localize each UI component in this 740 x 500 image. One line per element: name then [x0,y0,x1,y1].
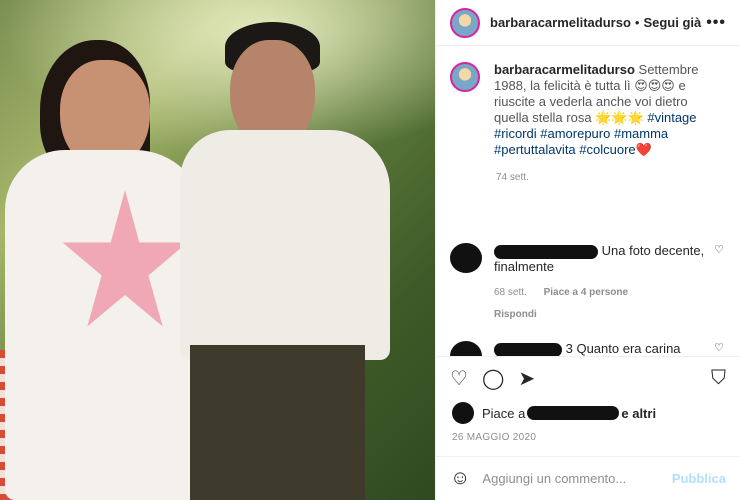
post-sidebar: barbaracarmelitadurso • Segui già ••• ba… [435,0,740,500]
redacted-username [494,244,598,259]
comment-body: Una foto decente, finalmente 68 sett. Pi… [494,243,708,323]
action-bar: ♡ ◯ ➤ ⛉ [436,356,740,400]
comment-likes[interactable]: Piace a 4 persone [544,287,629,298]
heart-emoji: ❤️ [635,142,652,157]
post-photo[interactable] [0,0,435,500]
post-viewer: barbaracarmelitadurso • Segui già ••• ba… [0,0,740,500]
header-username[interactable]: barbaracarmelitadurso [490,15,631,30]
following-button[interactable]: Segui già [643,15,701,30]
share-icon[interactable]: ➤ [518,366,535,391]
comments-area[interactable]: barbaracarmelitadurso Settembre 1988, la… [436,46,740,356]
redacted-avatar[interactable] [450,341,482,356]
hashtag[interactable]: #pertuttalavita [494,142,576,157]
bookmark-icon[interactable]: ⛉ [711,367,726,390]
publish-button[interactable]: Pubblica [672,471,726,486]
caption-age: 74 sett. [496,172,529,183]
caption-text: barbaracarmelitadurso Settembre 1988, la… [494,62,724,158]
comment-age: 68 sett. [494,287,527,298]
redacted-avatar[interactable] [450,243,482,273]
photo-man-pants [190,345,365,500]
comment-meta: 68 sett. Piace a 4 persone Rispondi [494,285,708,323]
photo-woman-body [5,150,205,500]
comment-body: 3 Quanto era carina [494,341,708,356]
emoji-icon[interactable]: ☺ [450,467,470,490]
caption-username[interactable]: barbaracarmelitadurso [494,62,635,77]
redacted-username [494,342,562,356]
heart-icon[interactable]: ♡ [450,366,468,391]
caption: barbaracarmelitadurso Settembre 1988, la… [450,62,724,158]
hashtag[interactable]: #ricordi [494,126,537,141]
header-separator: • [634,15,640,30]
small-heart-icon[interactable]: ♡ [714,243,724,323]
redacted-liker-avatar[interactable] [452,402,474,424]
redacted-liker-name [527,406,620,420]
caption-avatar[interactable] [450,62,480,92]
hashtag[interactable]: #mamma [614,126,668,141]
likes-suffix[interactable]: e altri [621,406,656,421]
small-heart-icon[interactable]: ♡ [714,341,724,356]
hashtag[interactable]: #colcuore [579,142,635,157]
comment: Una foto decente, finalmente 68 sett. Pi… [450,243,724,323]
hashtag[interactable]: #vintage [647,110,696,125]
likes-line[interactable]: Piace a e altri [436,400,740,426]
avatar[interactable] [450,7,480,38]
comment-text: 3 Quanto era carina [565,341,681,356]
comment-input[interactable]: Aggiungi un commento... [482,471,626,486]
post-header: barbaracarmelitadurso • Segui già ••• [436,0,740,46]
comment: 3 Quanto era carina ♡ [450,341,724,356]
comment-icon[interactable]: ◯ [482,366,504,391]
photo-man-shirt [180,130,390,360]
post-date: 26 MAGGIO 2020 [452,432,537,443]
add-comment-bar: ☺ Aggiungi un commento... Pubblica [436,456,740,500]
likes-prefix: Piace a [482,405,526,421]
more-options-icon[interactable]: ••• [706,14,726,32]
hashtag[interactable]: #amorepuro [540,126,610,141]
reply-button[interactable]: Rispondi [494,307,708,323]
